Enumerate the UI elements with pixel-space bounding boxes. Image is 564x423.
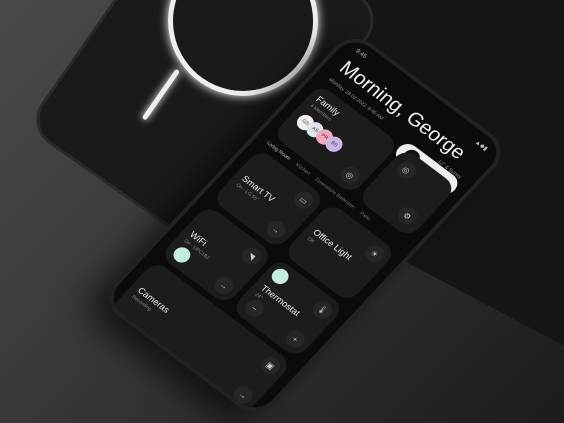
tv-toggle[interactable] <box>268 265 293 288</box>
target-icon[interactable]: ◎ <box>392 157 420 182</box>
gear-icon[interactable]: ⚙ <box>394 203 421 228</box>
glyph-bar <box>141 68 181 121</box>
